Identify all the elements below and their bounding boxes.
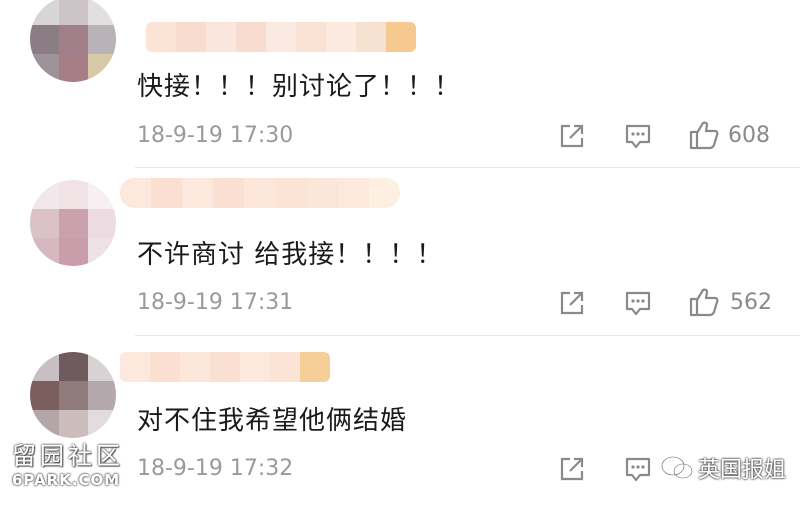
thumbs-up-icon[interactable] xyxy=(688,119,720,151)
comment-icon[interactable] xyxy=(624,122,652,150)
comment-item: 快接！！！别讨论了！！！ 18-9-19 17:30 608 xyxy=(0,0,800,168)
avatar[interactable] xyxy=(30,352,116,438)
username-blurred[interactable] xyxy=(120,178,400,208)
comment-timestamp: 18-9-19 17:32 xyxy=(137,456,294,481)
avatar[interactable] xyxy=(30,180,116,266)
wechat-icon xyxy=(661,456,693,479)
like-count: 562 xyxy=(730,290,772,315)
comment-text: 对不住我希望他俩结婚 xyxy=(137,406,408,436)
comment-item: 不许商讨 给我接！！！！ 18-9-19 17:31 562 xyxy=(0,168,800,336)
watermark-6park: 留园社区 6PARK.COM xyxy=(12,436,138,489)
watermark-wechat: 英国报姐 xyxy=(660,452,786,484)
username-blurred[interactable] xyxy=(146,22,416,52)
share-icon[interactable] xyxy=(558,122,586,150)
watermark-cn: 留园社区 xyxy=(12,442,124,470)
thumbs-up-icon[interactable] xyxy=(688,286,720,318)
comment-timestamp: 18-9-19 17:30 xyxy=(137,123,294,148)
comment-icon[interactable] xyxy=(624,455,652,483)
share-icon[interactable] xyxy=(558,289,586,317)
username-blurred[interactable] xyxy=(120,352,330,382)
comment-icon[interactable] xyxy=(624,289,652,317)
comment-timestamp: 18-9-19 17:31 xyxy=(137,290,294,315)
like-count: 608 xyxy=(728,123,770,148)
share-icon[interactable] xyxy=(558,455,586,483)
comment-text: 不许商讨 给我接！！！！ xyxy=(137,240,444,270)
comment-text: 快接！！！别讨论了！！！ xyxy=(137,72,462,102)
watermark-right-text: 英国报姐 xyxy=(698,458,787,483)
avatar[interactable] xyxy=(30,0,116,82)
watermark-en: 6PARK.COM xyxy=(12,471,121,489)
